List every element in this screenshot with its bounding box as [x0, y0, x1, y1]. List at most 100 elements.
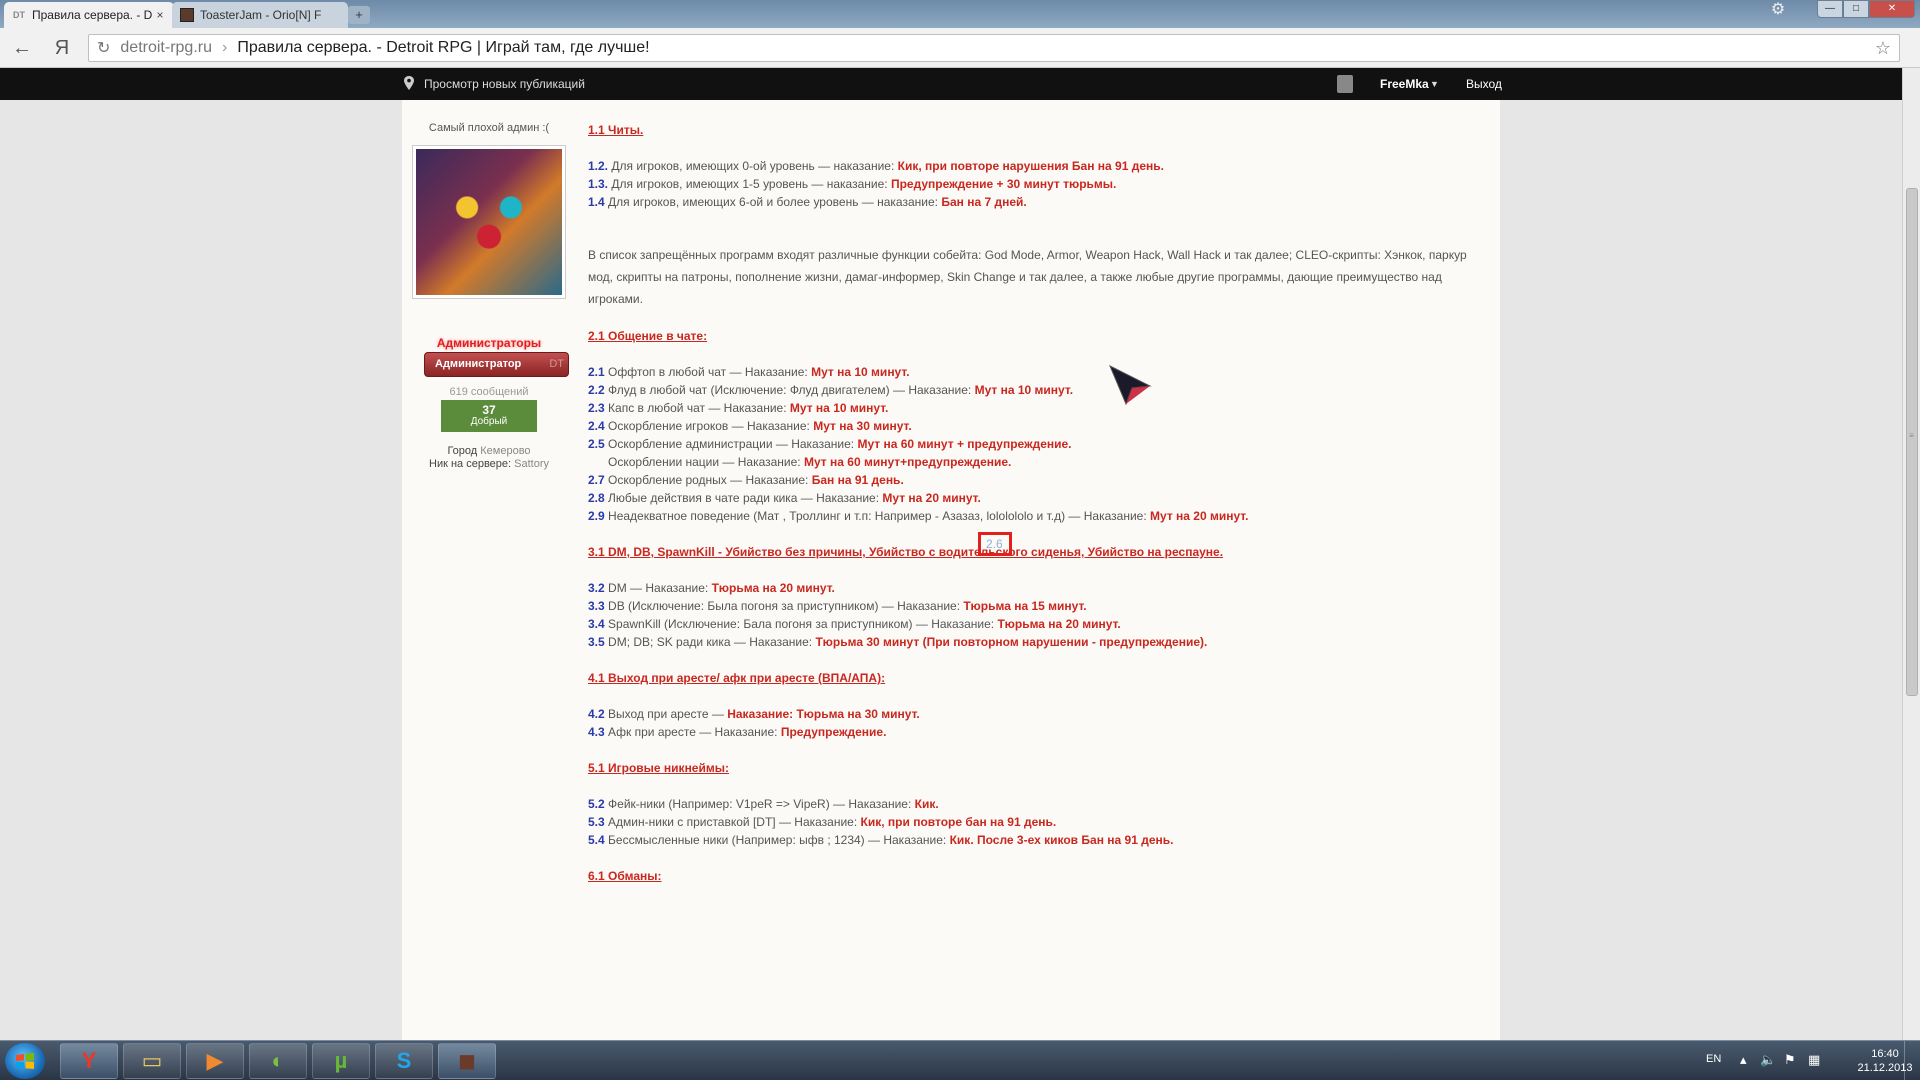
rule-number: 2.9 — [588, 509, 605, 523]
user-card-icon[interactable] — [1337, 75, 1353, 93]
rule-section-heading[interactable]: 1.1 Читы. — [588, 122, 643, 138]
scrollbar-thumb[interactable] — [1906, 188, 1918, 696]
username-menu[interactable]: FreeMka — [1380, 68, 1429, 100]
rule-penalty: Бан на 91 день. — [811, 473, 904, 487]
rule-section-heading[interactable]: 5.1 Игровые никнеймы: — [588, 760, 729, 776]
rule-number: 4.3 — [588, 725, 605, 739]
tab-close-icon[interactable]: × — [154, 8, 166, 22]
rule-penalty: Тюрьма 30 минут (При повторном нарушении… — [815, 635, 1208, 649]
scrollbar-grip-icon: ≡ — [1909, 431, 1914, 440]
action-center-icon[interactable]: ⚑ — [1784, 1052, 1796, 1068]
rule-section-heading[interactable]: 4.1 Выход при аресте/ афк при аресте (ВП… — [588, 670, 885, 686]
nick-label: Ник на сервере: — [429, 458, 512, 470]
rule-row: 5.2 Фейк-ники (Например: V1peR => VipeR)… — [588, 796, 939, 812]
new-posts-link[interactable]: Просмотр новых публикаций — [424, 68, 585, 100]
rule-number: 2.3 — [588, 401, 605, 415]
reputation-value: 37 — [482, 403, 496, 417]
close-window-button[interactable]: ✕ — [1869, 0, 1915, 18]
tab-title: ToasterJam - Orio[N] F — [200, 8, 322, 22]
address-bar[interactable]: ↻ detroit-rpg.ru › Правила сервера. - De… — [88, 34, 1900, 62]
back-button[interactable]: ← — [10, 36, 34, 60]
browser-titlebar: DT Правила сервера. - D × ToasterJam - O… — [0, 0, 1920, 28]
tab-title: Правила сервера. - D — [32, 8, 153, 22]
group-badge: Администратор DT — [424, 352, 569, 377]
start-button[interactable] — [5, 1043, 45, 1079]
rule-penalty: Мут на 60 минут + предупреждение. — [857, 437, 1072, 451]
chevron-down-icon[interactable]: ▼ — [1430, 68, 1439, 100]
rule-row: 2.1 Оффтоп в любой чат — Наказание: Мут … — [588, 364, 910, 380]
media-player-icon: ▶ — [206, 1048, 224, 1073]
address-domain: detroit-rpg.ru — [120, 39, 212, 56]
rule-row: 4.2 Выход при аресте — Наказание: Тюрьма… — [588, 706, 920, 722]
rule-penalty: Мут на 60 минут+предупреждение. — [803, 455, 1012, 469]
rule-text: Для игроков, имеющих 1-5 уровень — наказ… — [611, 177, 888, 191]
rule-row: 1.3. Для игроков, имеющих 1-5 уровень — … — [588, 176, 1116, 192]
rule-number: 3.4 — [588, 617, 605, 631]
volume-icon[interactable]: 🔈 — [1760, 1052, 1776, 1068]
rule-row: 2.2 Флуд в любой чат (Исключение: Флуд д… — [588, 382, 1073, 398]
avatar[interactable] — [412, 145, 566, 299]
rule-text: Оскорблении нации — Наказание: — [608, 455, 801, 469]
rule-text: DM; DB; SK ради кика — Наказание: — [608, 635, 813, 649]
rule-row: 5.4 Бессмысленные ники (Например: ыфв ; … — [588, 832, 1173, 848]
language-indicator[interactable]: EN — [1706, 1053, 1721, 1065]
bookmark-star-icon[interactable]: ☆ — [1875, 38, 1891, 59]
taskbar-file-explorer-button[interactable]: ▭ — [123, 1043, 181, 1079]
rule-number: 4.2 — [588, 707, 605, 721]
tab-toasterjam[interactable]: ToasterJam - Orio[N] F — [172, 2, 348, 28]
rule-row: 1.2. Для игроков, имеющих 0-ой уровень —… — [588, 158, 1164, 174]
yandex-button[interactable]: Я — [50, 36, 74, 60]
rule-row: 5.3 Админ-ники с приставкой [DT] — Наказ… — [588, 814, 1056, 830]
rule-penalty: Наказание: Тюрьма на 30 минут. — [727, 707, 920, 721]
map-pin-icon — [404, 76, 414, 90]
minimize-button[interactable]: — — [1817, 0, 1843, 18]
reload-icon[interactable]: ↻ — [97, 38, 110, 58]
game-favicon-icon — [180, 8, 194, 22]
rule-section-heading[interactable]: 2.1 Общение в чате: — [588, 328, 707, 344]
rule-text: DM — Наказание: — [608, 581, 709, 595]
rule-row: 2.5 Оскорбление администрации — Наказани… — [588, 436, 1072, 452]
taskbar-yandex-browser-button[interactable]: Y — [60, 1043, 118, 1079]
rule-row: 2.7 Оскорбление родных — Наказание: Бан … — [588, 472, 904, 488]
rule-text: Выход при аресте — — [608, 707, 724, 721]
taskbar-utorrent-button[interactable]: µ — [312, 1043, 370, 1079]
taskbar-skype-button[interactable]: S — [375, 1043, 433, 1079]
network-icon[interactable]: ▦ — [1808, 1052, 1820, 1068]
rule-penalty: Мут на 10 минут. — [789, 401, 889, 415]
rule-text: Для игроков, имеющих 6-ой и более уровен… — [608, 195, 938, 209]
show-desktop-button[interactable] — [1904, 1041, 1920, 1080]
maximize-button[interactable]: □ — [1843, 0, 1869, 18]
logout-link[interactable]: Выход — [1466, 68, 1502, 100]
page-scrollbar[interactable]: ≡ — [1902, 68, 1920, 1040]
new-tab-button[interactable]: + — [348, 6, 370, 24]
address-separator: › — [222, 39, 228, 56]
file-explorer-icon: ▭ — [141, 1048, 163, 1073]
rule-section-heading[interactable]: 3.1 DM, DB, SpawnKill - Убийство без при… — [588, 544, 1223, 560]
tiger-avatar-image — [416, 149, 562, 295]
tray-expand-icon[interactable]: ▴ — [1740, 1052, 1747, 1068]
rule-number: 2.2 — [588, 383, 605, 397]
author-city: Город Кемерово — [402, 445, 576, 457]
rule-row: 2.4 Оскорбление игроков — Наказание: Мут… — [588, 418, 912, 434]
author-server-nick: Ник на сервере: Sattory — [402, 458, 576, 470]
rule-penalty: Тюрьма на 15 минут. — [963, 599, 1087, 613]
cursor-arrow-icon — [1109, 364, 1152, 406]
rule-text: SpawnKill (Исключение: Бала погоня за пр… — [608, 617, 995, 631]
reputation-box[interactable]: 37 Добрый — [441, 400, 537, 432]
rule-section-heading[interactable]: 6.1 Обманы: — [588, 868, 662, 884]
rule-row: 3.2 DM — Наказание: Тюрьма на 20 минут. — [588, 580, 835, 596]
rule-number: 1.4 — [588, 195, 605, 209]
taskbar-game-window-button[interactable]: ◼ — [438, 1043, 496, 1079]
rule-text: Бессмысленные ники (Например: ыфв ; 1234… — [608, 833, 947, 847]
taskbar-media-player-button[interactable]: ▶ — [186, 1043, 244, 1079]
group-badge-suffix: DT — [549, 358, 564, 370]
gear-icon[interactable]: ⚙ — [1765, 0, 1791, 18]
taskbar-game-app-button[interactable]: ◐ — [249, 1043, 307, 1079]
tab-rules[interactable]: DT Правила сервера. - D × — [4, 2, 174, 28]
utorrent-icon: µ — [334, 1048, 348, 1073]
rule-text: Для игроков, имеющих 0-ой уровень — нака… — [611, 159, 895, 173]
rule-number: 2.8 — [588, 491, 605, 505]
rule-row: 3.5 DM; DB; SK ради кика — Наказание: Тю… — [588, 634, 1207, 650]
rule-number: 2.7 — [588, 473, 605, 487]
rule-penalty: Предупреждение + 30 минут тюрьмы. — [890, 177, 1117, 191]
